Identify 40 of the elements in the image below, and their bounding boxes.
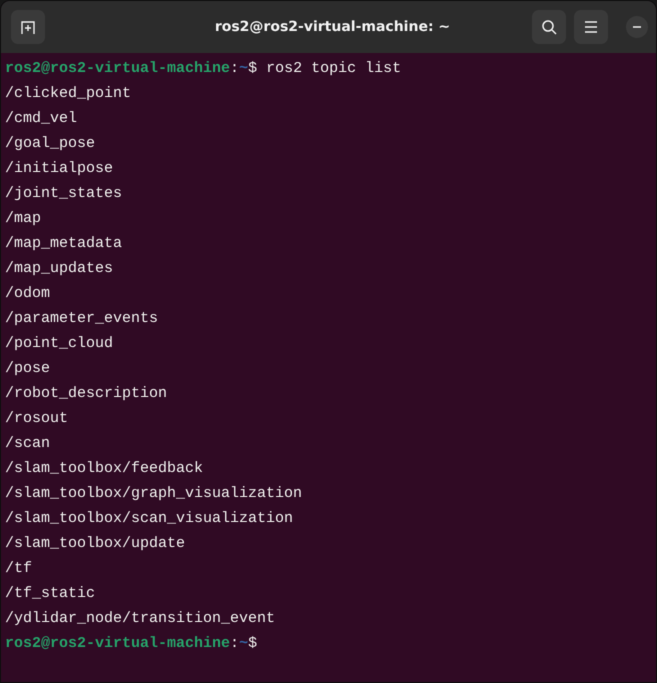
minimize-icon	[632, 25, 642, 29]
prompt-separator: :	[230, 59, 240, 79]
search-icon	[541, 19, 557, 35]
output-line: /map_updates	[5, 259, 114, 279]
output-line: /initialpose	[5, 159, 114, 179]
output-line: /pose	[5, 359, 50, 379]
output-line: /tf_static	[5, 584, 96, 604]
output-line: /map	[5, 209, 42, 229]
prompt-separator: :	[230, 634, 240, 654]
output-line: /joint_states	[5, 184, 122, 204]
prompt-symbol: $	[248, 59, 258, 79]
output-line: /slam_toolbox/scan_visualization	[5, 509, 294, 529]
prompt-symbol: $	[248, 634, 258, 654]
output-line: /goal_pose	[5, 134, 96, 154]
search-button[interactable]	[532, 10, 566, 44]
prompt-user-host: ros2@ros2-virtual-machine	[5, 634, 230, 654]
prompt-path: ~	[239, 634, 248, 654]
prompt-user-host: ros2@ros2-virtual-machine	[5, 59, 230, 79]
output-line: /parameter_events	[5, 309, 158, 329]
output-line: /robot_description	[5, 384, 168, 404]
output-line: /tf	[5, 559, 32, 579]
output-line: /scan	[5, 434, 50, 454]
output-line: /odom	[5, 284, 50, 304]
minimize-button[interactable]	[626, 16, 648, 38]
new-tab-icon	[20, 19, 36, 35]
output-line: /cmd_vel	[5, 109, 78, 129]
output-line: /ydlidar_node/transition_event	[5, 609, 276, 629]
output-line: /slam_toolbox/graph_visualization	[5, 484, 302, 504]
output-line: /rosout	[5, 409, 68, 429]
new-tab-button[interactable]	[11, 10, 45, 44]
menu-icon	[584, 21, 598, 33]
output-line: /clicked_point	[5, 84, 132, 104]
output-line: /slam_toolbox/feedback	[5, 459, 204, 479]
output-line: /point_cloud	[5, 334, 114, 354]
menu-button[interactable]	[574, 10, 608, 44]
output-line: /slam_toolbox/update	[5, 534, 186, 554]
window-title: ros2@ros2-virtual-machine: ~	[214, 19, 452, 35]
output-line: /map_metadata	[5, 234, 122, 254]
prompt-path: ~	[239, 59, 248, 79]
command-text: ros2 topic list	[266, 59, 402, 79]
